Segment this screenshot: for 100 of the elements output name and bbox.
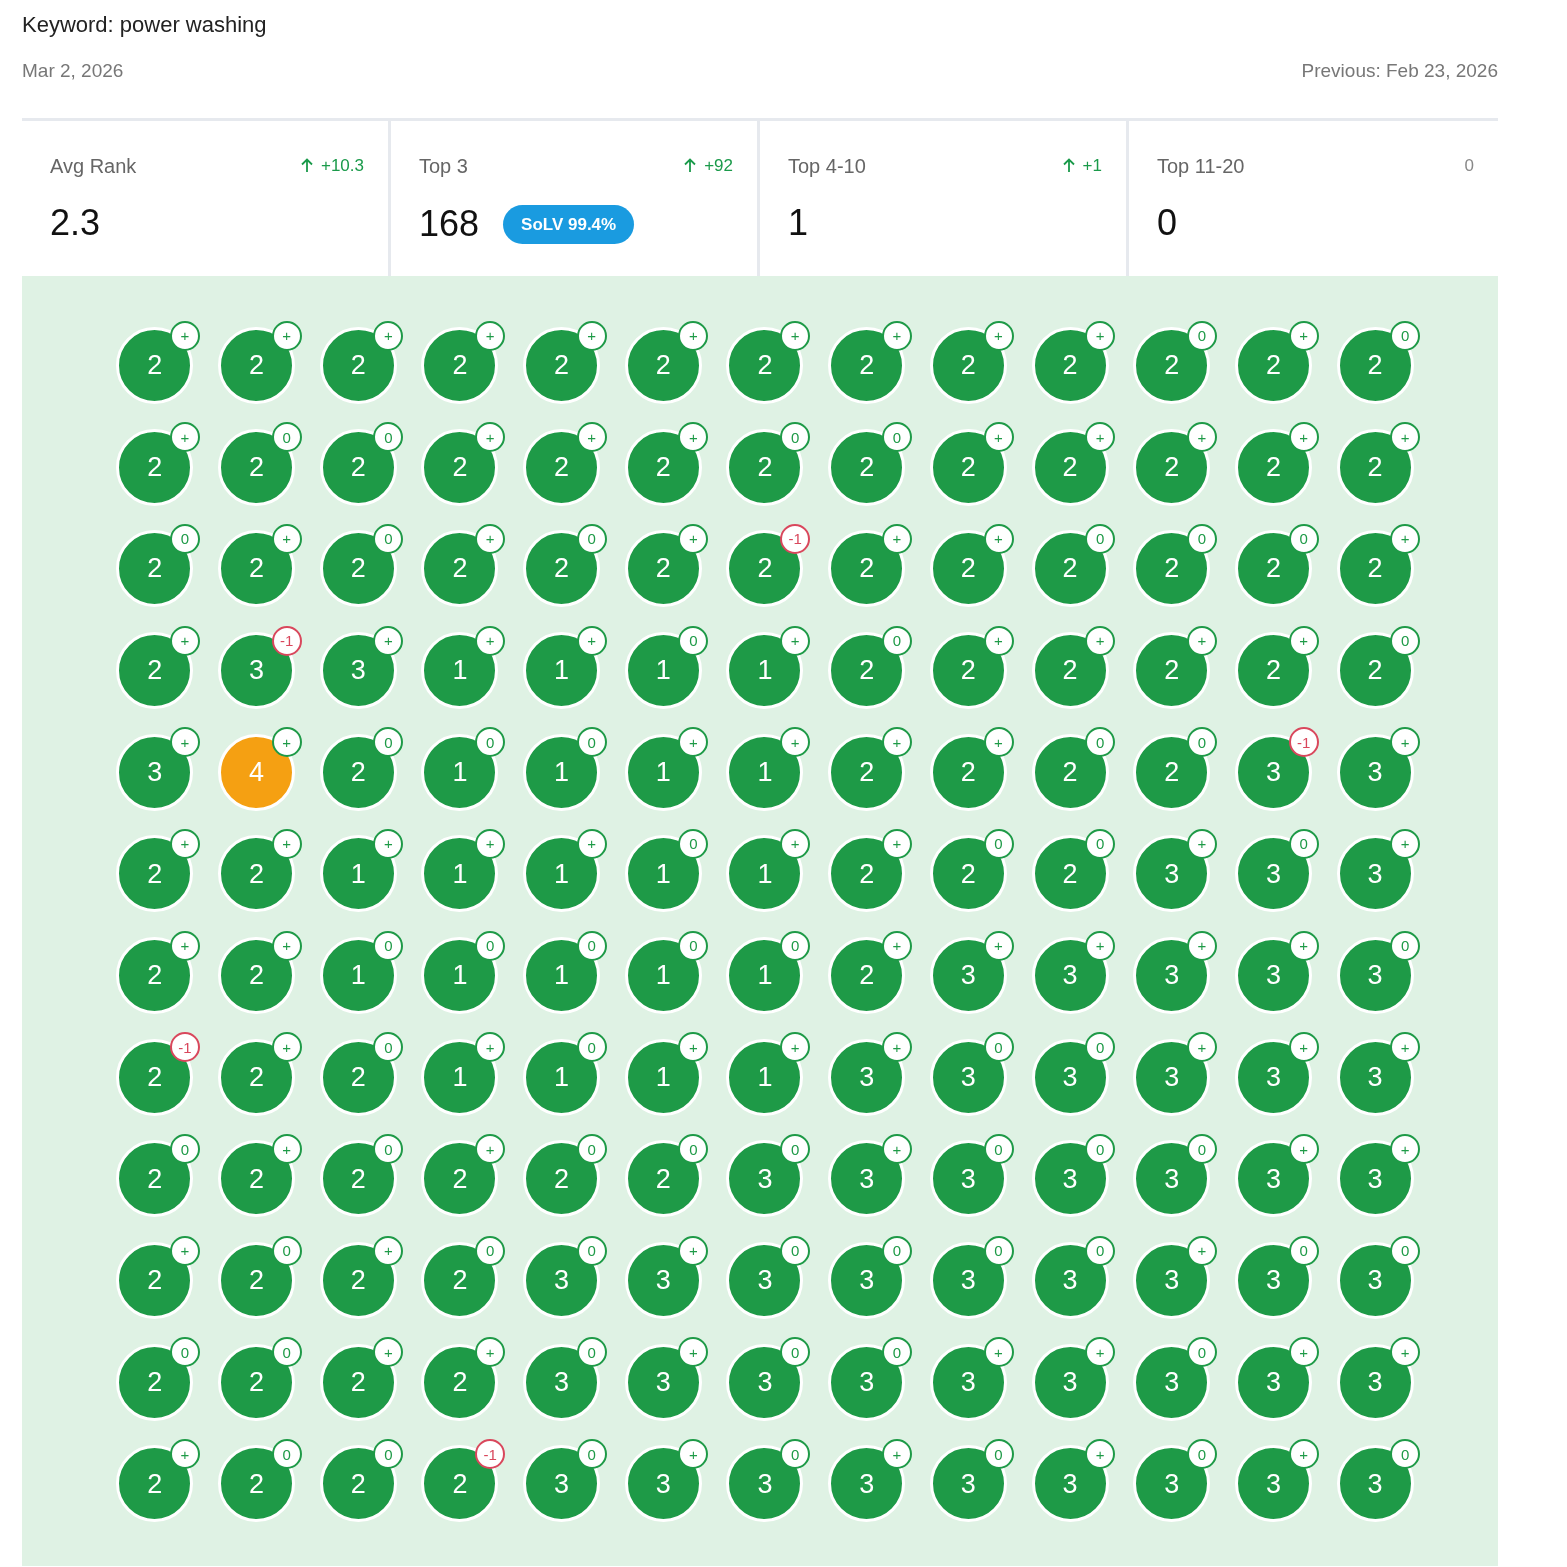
- change-badge: 0: [983, 1235, 1014, 1266]
- change-badge: +: [1186, 625, 1217, 656]
- stat-change: +1: [1082, 154, 1102, 177]
- change-badge: 0: [1186, 1439, 1217, 1470]
- change-badge: 0: [1085, 1032, 1116, 1063]
- change-badge: 0: [983, 828, 1014, 859]
- change-badge: +: [881, 1134, 912, 1164]
- change-badge: 0: [271, 1235, 302, 1266]
- change-badge: +: [1288, 1439, 1319, 1470]
- change-badge: +: [780, 828, 811, 859]
- change-badge: +: [1085, 1439, 1116, 1470]
- change-badge: +: [170, 828, 200, 859]
- change-badge: +: [373, 1337, 404, 1368]
- change-badge: +: [271, 1134, 302, 1164]
- change-badge: 0: [983, 1134, 1014, 1164]
- change-badge: 0: [1390, 1235, 1421, 1266]
- solv-badge: SoLV 99.4%: [503, 204, 635, 244]
- stat-change: +92: [704, 154, 733, 177]
- change-badge: +: [1390, 1032, 1421, 1063]
- change-badge: 0: [1186, 523, 1217, 554]
- change-badge: +: [881, 1032, 912, 1063]
- change-badge: 0: [1085, 828, 1116, 859]
- change-badge: +: [1186, 1032, 1217, 1063]
- change-badge: +: [170, 1235, 200, 1266]
- change-badge: +: [271, 828, 302, 859]
- stat-change: +10.3: [321, 154, 364, 177]
- change-badge: 0: [1085, 1235, 1116, 1266]
- change-badge: +: [678, 320, 709, 351]
- stat-label: Top 4-10: [788, 153, 866, 179]
- change-badge: +: [1288, 422, 1319, 453]
- change-badge: +: [576, 320, 607, 351]
- change-badge: +: [170, 1439, 200, 1470]
- change-badge: 0: [881, 625, 912, 656]
- change-badge: +: [780, 625, 811, 656]
- change-badge: +: [475, 1032, 506, 1063]
- change-badge: -1: [1288, 727, 1319, 758]
- stat-value: 2.3: [50, 204, 101, 241]
- change-badge: +: [170, 930, 200, 961]
- stat-value: 168: [419, 206, 480, 243]
- change-badge: 0: [780, 1337, 811, 1368]
- stat-value: 0: [1157, 204, 1178, 241]
- change-badge: 0: [1186, 1337, 1217, 1368]
- change-badge: +: [475, 1337, 506, 1368]
- change-badge: 0: [780, 1134, 811, 1164]
- change-badge: 0: [373, 1439, 404, 1470]
- change-badge: +: [678, 523, 709, 554]
- change-badge: +: [576, 422, 607, 453]
- change-badge: +: [1390, 523, 1421, 554]
- change-badge: +: [1390, 828, 1421, 859]
- change-badge: 0: [373, 1134, 404, 1164]
- change-badge: +: [1288, 930, 1319, 961]
- change-badge: 0: [1186, 1134, 1217, 1164]
- change-badge: +: [1186, 930, 1217, 961]
- change-badge: +: [475, 422, 506, 453]
- change-badge: +: [983, 930, 1014, 961]
- change-badge: 0: [1085, 1134, 1116, 1164]
- change-badge: +: [271, 1032, 302, 1063]
- change-badge: +: [475, 1134, 506, 1164]
- change-badge: +: [1085, 625, 1116, 656]
- change-badge: -1: [271, 625, 302, 656]
- change-badge: 0: [475, 930, 506, 961]
- change-badge: 0: [881, 422, 912, 453]
- change-badge: 0: [271, 1439, 302, 1470]
- change-badge: +: [170, 320, 200, 351]
- change-badge: +: [1288, 1337, 1319, 1368]
- change-badge: +: [1085, 1337, 1116, 1368]
- change-badge: +: [1390, 1337, 1421, 1368]
- change-badge: +: [1288, 320, 1319, 351]
- stat-label: Top 11-20: [1157, 153, 1245, 179]
- change-badge: +: [373, 1235, 404, 1266]
- change-badge: 0: [170, 1134, 200, 1164]
- change-badge: 0: [373, 1032, 404, 1063]
- change-badge: +: [373, 625, 404, 656]
- change-badge: 0: [678, 930, 709, 961]
- change-badge: +: [678, 1032, 709, 1063]
- change-badge: +: [271, 930, 302, 961]
- change-badge: 0: [475, 1235, 506, 1266]
- change-badge: 0: [881, 1337, 912, 1368]
- change-badge: +: [881, 1439, 912, 1470]
- change-badge: +: [576, 625, 607, 656]
- change-badge: 0: [576, 523, 607, 554]
- change-badge: 0: [678, 625, 709, 656]
- change-badge: +: [271, 727, 302, 758]
- change-badge: +: [576, 828, 607, 859]
- change-badge: +: [678, 1337, 709, 1368]
- report-date: Mar 2, 2026: [22, 59, 124, 83]
- change-badge: +: [881, 523, 912, 554]
- change-badge: +: [1390, 422, 1421, 453]
- change-badge: 0: [373, 523, 404, 554]
- change-badge: 0: [271, 1337, 302, 1368]
- change-badge: +: [678, 1235, 709, 1266]
- change-badge: +: [678, 727, 709, 758]
- stat-label: Avg Rank: [50, 153, 137, 179]
- change-badge: +: [475, 625, 506, 656]
- change-badge: +: [780, 727, 811, 758]
- change-badge: +: [983, 523, 1014, 554]
- stat-label: Top 3: [419, 153, 468, 179]
- change-badge: +: [678, 422, 709, 453]
- change-badge: +: [780, 320, 811, 351]
- change-badge: 0: [1390, 320, 1421, 351]
